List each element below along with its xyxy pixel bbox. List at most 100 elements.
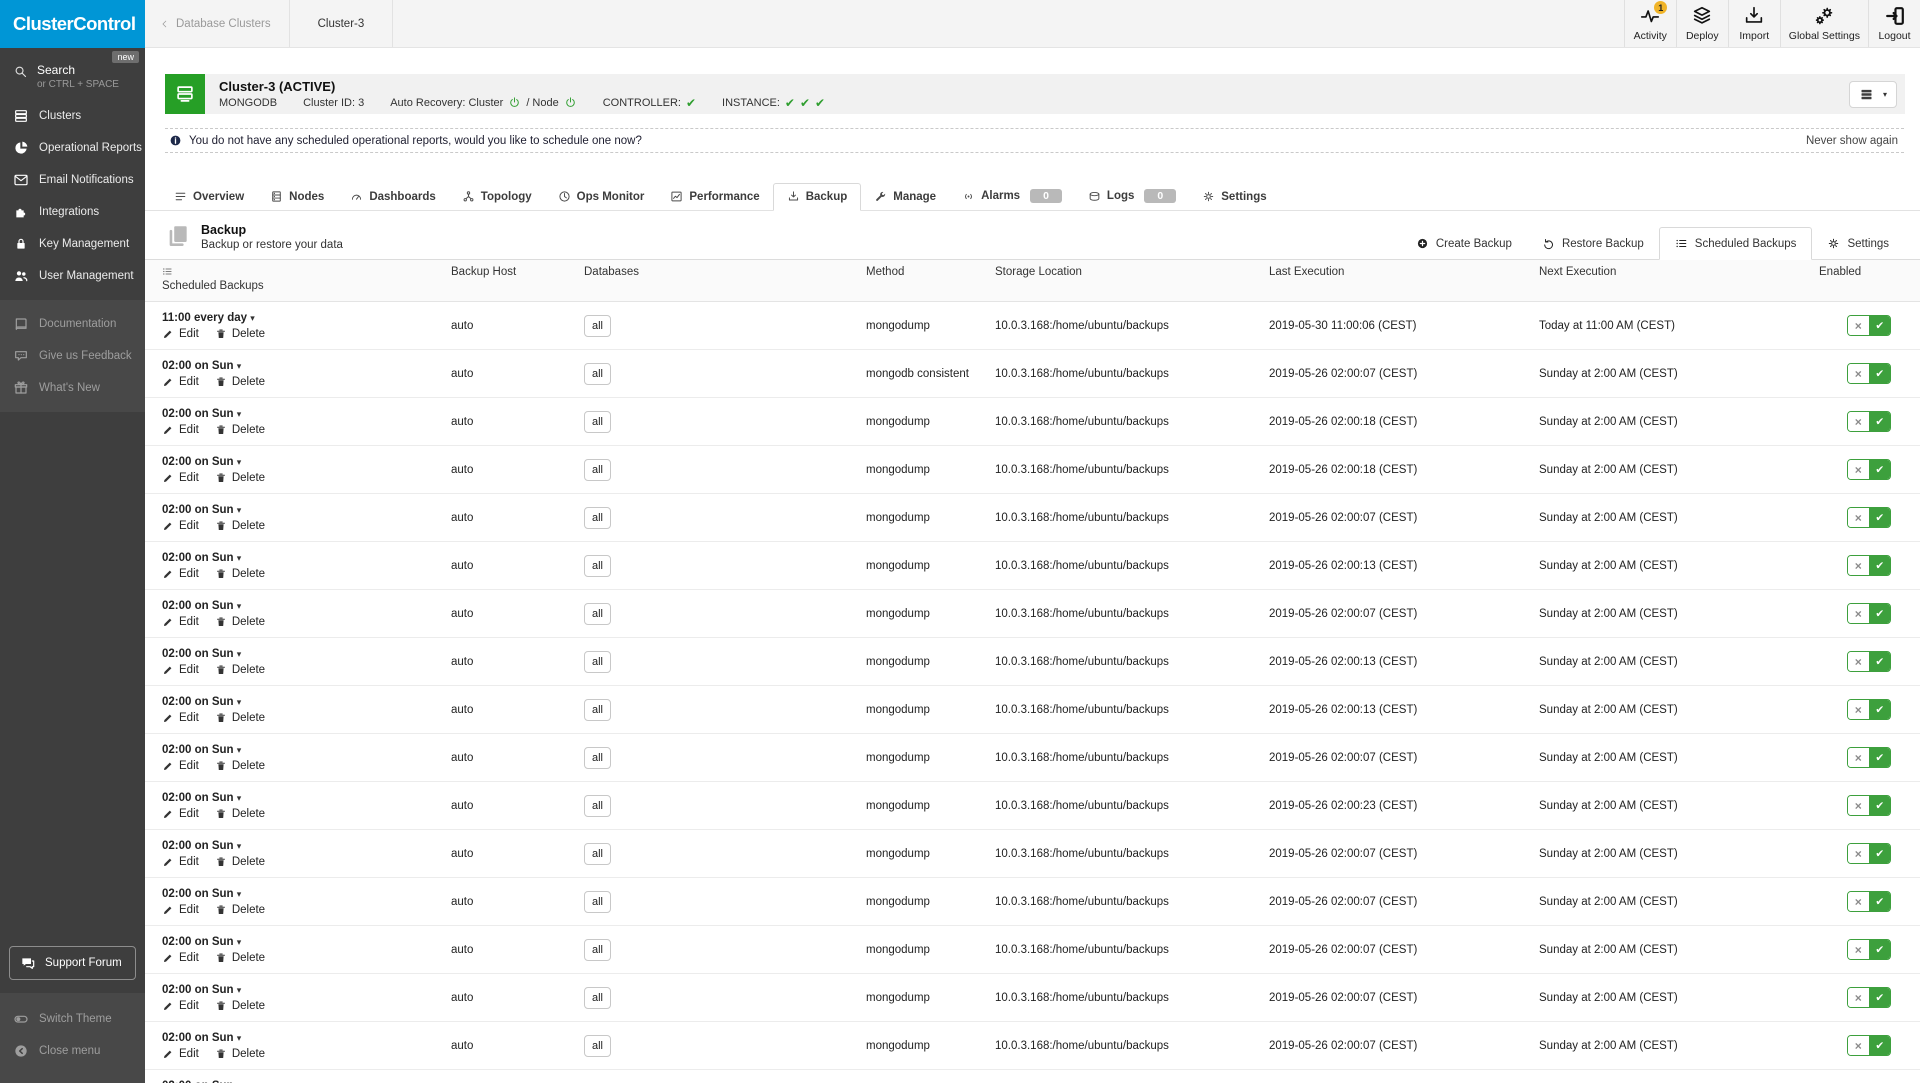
never-show-again-link[interactable]: Never show again [1806, 135, 1900, 147]
delete-button[interactable]: Delete [215, 760, 265, 772]
schedule-dropdown[interactable]: 02:00 on Sun ▾ [162, 936, 434, 948]
topbar-action-logout[interactable]: Logout [1868, 0, 1920, 47]
backup-action-create-backup[interactable]: Create Backup [1401, 228, 1527, 259]
backup-action-restore-backup[interactable]: Restore Backup [1527, 228, 1659, 259]
backup-action-scheduled-backups[interactable]: Scheduled Backups [1659, 227, 1813, 260]
tab-performance[interactable]: Performance [657, 184, 772, 210]
edit-button[interactable]: Edit [162, 808, 199, 820]
schedule-dropdown[interactable]: 02:00 on Sun ▾ [162, 552, 434, 564]
tab-settings[interactable]: Settings [1189, 184, 1279, 210]
schedule-dropdown[interactable]: 02:00 on Sun ▾ [162, 888, 434, 900]
delete-button[interactable]: Delete [215, 328, 265, 340]
enabled-toggle[interactable]: ×✔ [1847, 555, 1891, 576]
breadcrumb-back[interactable]: Database Clusters [145, 0, 290, 47]
schedule-dropdown[interactable]: 02:00 on Sun ▾ [162, 456, 434, 468]
cluster-view-dropdown[interactable]: ▾ [1849, 81, 1897, 108]
schedule-dropdown[interactable]: 02:00 on Sun ▾ [162, 1080, 434, 1083]
edit-button[interactable]: Edit [162, 712, 199, 724]
delete-button[interactable]: Delete [215, 664, 265, 676]
backup-action-settings[interactable]: Settings [1812, 228, 1904, 259]
edit-button[interactable]: Edit [162, 952, 199, 964]
schedule-dropdown[interactable]: 02:00 on Sun ▾ [162, 696, 434, 708]
edit-button[interactable]: Edit [162, 616, 199, 628]
delete-button[interactable]: Delete [215, 568, 265, 580]
sidebar-item-key-management[interactable]: Key Management [0, 228, 145, 260]
topbar-action-deploy[interactable]: Deploy [1676, 0, 1728, 47]
edit-button[interactable]: Edit [162, 520, 199, 532]
topbar-action-global-settings[interactable]: Global Settings [1780, 0, 1868, 47]
enabled-toggle[interactable]: ×✔ [1847, 891, 1891, 912]
enabled-toggle[interactable]: ×✔ [1847, 939, 1891, 960]
edit-button[interactable]: Edit [162, 856, 199, 868]
delete-button[interactable]: Delete [215, 424, 265, 436]
delete-button[interactable]: Delete [215, 712, 265, 724]
tab-backup[interactable]: Backup [773, 183, 862, 211]
edit-button[interactable]: Edit [162, 760, 199, 772]
schedule-dropdown[interactable]: 02:00 on Sun ▾ [162, 792, 434, 804]
tab-topology[interactable]: Topology [449, 184, 545, 210]
sidebar-item-switch-theme[interactable]: Switch Theme [0, 1003, 145, 1035]
enabled-toggle[interactable]: ×✔ [1847, 747, 1891, 768]
delete-button[interactable]: Delete [215, 1048, 265, 1060]
enabled-toggle[interactable]: ×✔ [1847, 843, 1891, 864]
schedule-dropdown[interactable]: 02:00 on Sun ▾ [162, 600, 434, 612]
tab-ops-monitor[interactable]: Ops Monitor [545, 184, 658, 210]
enabled-toggle[interactable]: ×✔ [1847, 411, 1891, 432]
sidebar-item-clusters[interactable]: Clusters [0, 100, 145, 132]
delete-button[interactable]: Delete [215, 616, 265, 628]
schedule-dropdown[interactable]: 02:00 on Sun ▾ [162, 984, 434, 996]
edit-button[interactable]: Edit [162, 1000, 199, 1012]
delete-button[interactable]: Delete [215, 376, 265, 388]
delete-button[interactable]: Delete [215, 520, 265, 532]
edit-button[interactable]: Edit [162, 328, 199, 340]
support-forum-button[interactable]: Support Forum [9, 946, 136, 980]
sidebar-item-what-s-new[interactable]: What's New [0, 372, 145, 404]
delete-button[interactable]: Delete [215, 856, 265, 868]
sidebar-item-close-menu[interactable]: Close menu [0, 1035, 145, 1067]
edit-button[interactable]: Edit [162, 568, 199, 580]
topbar-action-import[interactable]: Import [1728, 0, 1780, 47]
schedule-dropdown[interactable]: 11:00 every day ▾ [162, 312, 434, 324]
enabled-toggle[interactable]: ×✔ [1847, 699, 1891, 720]
tab-dashboards[interactable]: Dashboards [337, 184, 448, 210]
app-logo[interactable]: ClusterControl [0, 0, 145, 48]
power-icon[interactable] [508, 96, 521, 109]
sidebar-item-integrations[interactable]: Integrations [0, 196, 145, 228]
delete-button[interactable]: Delete [215, 808, 265, 820]
enabled-toggle[interactable]: ×✔ [1847, 795, 1891, 816]
edit-button[interactable]: Edit [162, 376, 199, 388]
delete-button[interactable]: Delete [215, 1000, 265, 1012]
tab-overview[interactable]: Overview [161, 184, 257, 210]
tab-nodes[interactable]: Nodes [257, 184, 337, 210]
schedule-dropdown[interactable]: 02:00 on Sun ▾ [162, 408, 434, 420]
sidebar-item-documentation[interactable]: Documentation [0, 308, 145, 340]
schedule-dropdown[interactable]: 02:00 on Sun ▾ [162, 1032, 434, 1044]
sidebar-item-email-notifications[interactable]: Email Notifications [0, 164, 145, 196]
enabled-toggle[interactable]: ×✔ [1847, 1035, 1891, 1056]
active-cluster-tab[interactable]: Cluster-3 [290, 0, 394, 47]
enabled-toggle[interactable]: ×✔ [1847, 987, 1891, 1008]
delete-button[interactable]: Delete [215, 952, 265, 964]
tab-alarms[interactable]: Alarms 0 [949, 183, 1075, 210]
enabled-toggle[interactable]: ×✔ [1847, 459, 1891, 480]
schedule-dropdown[interactable]: 02:00 on Sun ▾ [162, 840, 434, 852]
enabled-toggle[interactable]: ×✔ [1847, 603, 1891, 624]
schedule-dropdown[interactable]: 02:00 on Sun ▾ [162, 744, 434, 756]
tab-logs[interactable]: Logs 0 [1075, 183, 1189, 210]
enabled-toggle[interactable]: ×✔ [1847, 651, 1891, 672]
schedule-dropdown[interactable]: 02:00 on Sun ▾ [162, 504, 434, 516]
topbar-action-activity[interactable]: 1 Activity [1624, 0, 1676, 47]
edit-button[interactable]: Edit [162, 424, 199, 436]
edit-button[interactable]: Edit [162, 472, 199, 484]
sidebar-item-operational-reports[interactable]: Operational Reports [0, 132, 145, 164]
edit-button[interactable]: Edit [162, 1048, 199, 1060]
schedule-dropdown[interactable]: 02:00 on Sun ▾ [162, 648, 434, 660]
enabled-toggle[interactable]: ×✔ [1847, 507, 1891, 528]
enabled-toggle[interactable]: ×✔ [1847, 315, 1891, 336]
edit-button[interactable]: Edit [162, 904, 199, 916]
delete-button[interactable]: Delete [215, 472, 265, 484]
delete-button[interactable]: Delete [215, 904, 265, 916]
enabled-toggle[interactable]: ×✔ [1847, 363, 1891, 384]
power-icon[interactable] [564, 96, 577, 109]
schedule-dropdown[interactable]: 02:00 on Sun ▾ [162, 360, 434, 372]
